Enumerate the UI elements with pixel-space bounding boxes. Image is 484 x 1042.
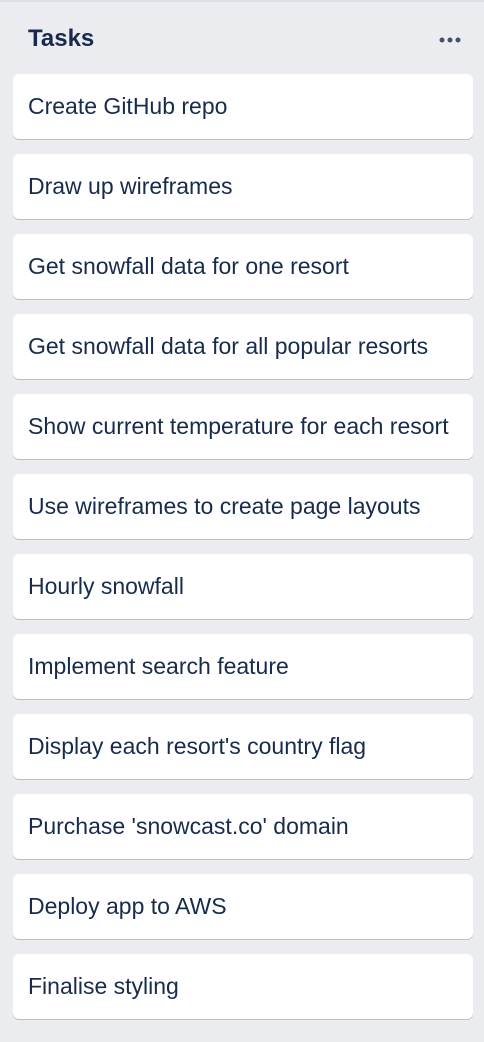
- more-horizontal-icon: [439, 37, 461, 43]
- task-card[interactable]: Create GitHub repo: [13, 74, 473, 139]
- task-card[interactable]: Draw up wireframes: [13, 154, 473, 219]
- card-title: Implement search feature: [28, 653, 289, 679]
- card-title: Get snowfall data for all popular resort…: [28, 333, 429, 359]
- task-card[interactable]: Show current temperature for each resort: [13, 394, 473, 459]
- card-title: Show current temperature for each resort: [28, 413, 449, 439]
- task-card[interactable]: Implement search feature: [13, 634, 473, 699]
- card-title: Create GitHub repo: [28, 93, 228, 119]
- list-header: Tasks: [0, 2, 484, 72]
- card-title: Finalise styling: [28, 973, 179, 999]
- list-menu-button[interactable]: [432, 24, 468, 56]
- card-title: Use wireframes to create page layouts: [28, 493, 421, 519]
- task-card[interactable]: Display each resort's country flag: [13, 714, 473, 779]
- card-title: Get snowfall data for one resort: [28, 253, 349, 279]
- card-title: Deploy app to AWS: [28, 893, 227, 919]
- card-title: Display each resort's country flag: [28, 733, 367, 759]
- list-title[interactable]: Tasks: [28, 24, 94, 54]
- card-title: Hourly snowfall: [28, 573, 184, 599]
- card-title: Draw up wireframes: [28, 173, 233, 199]
- task-list: Tasks Create GitHub repo Draw up wirefra…: [0, 0, 484, 1042]
- card-title: Purchase 'snowcast.co' domain: [28, 813, 349, 839]
- task-card[interactable]: Hourly snowfall: [13, 554, 473, 619]
- task-card[interactable]: Get snowfall data for all popular resort…: [13, 314, 473, 379]
- card-list: Create GitHub repo Draw up wireframes Ge…: [13, 74, 473, 1034]
- task-card[interactable]: Get snowfall data for one resort: [13, 234, 473, 299]
- task-card[interactable]: Finalise styling: [13, 954, 473, 1019]
- task-card[interactable]: Use wireframes to create page layouts: [13, 474, 473, 539]
- task-card[interactable]: Deploy app to AWS: [13, 874, 473, 939]
- task-card[interactable]: Purchase 'snowcast.co' domain: [13, 794, 473, 859]
